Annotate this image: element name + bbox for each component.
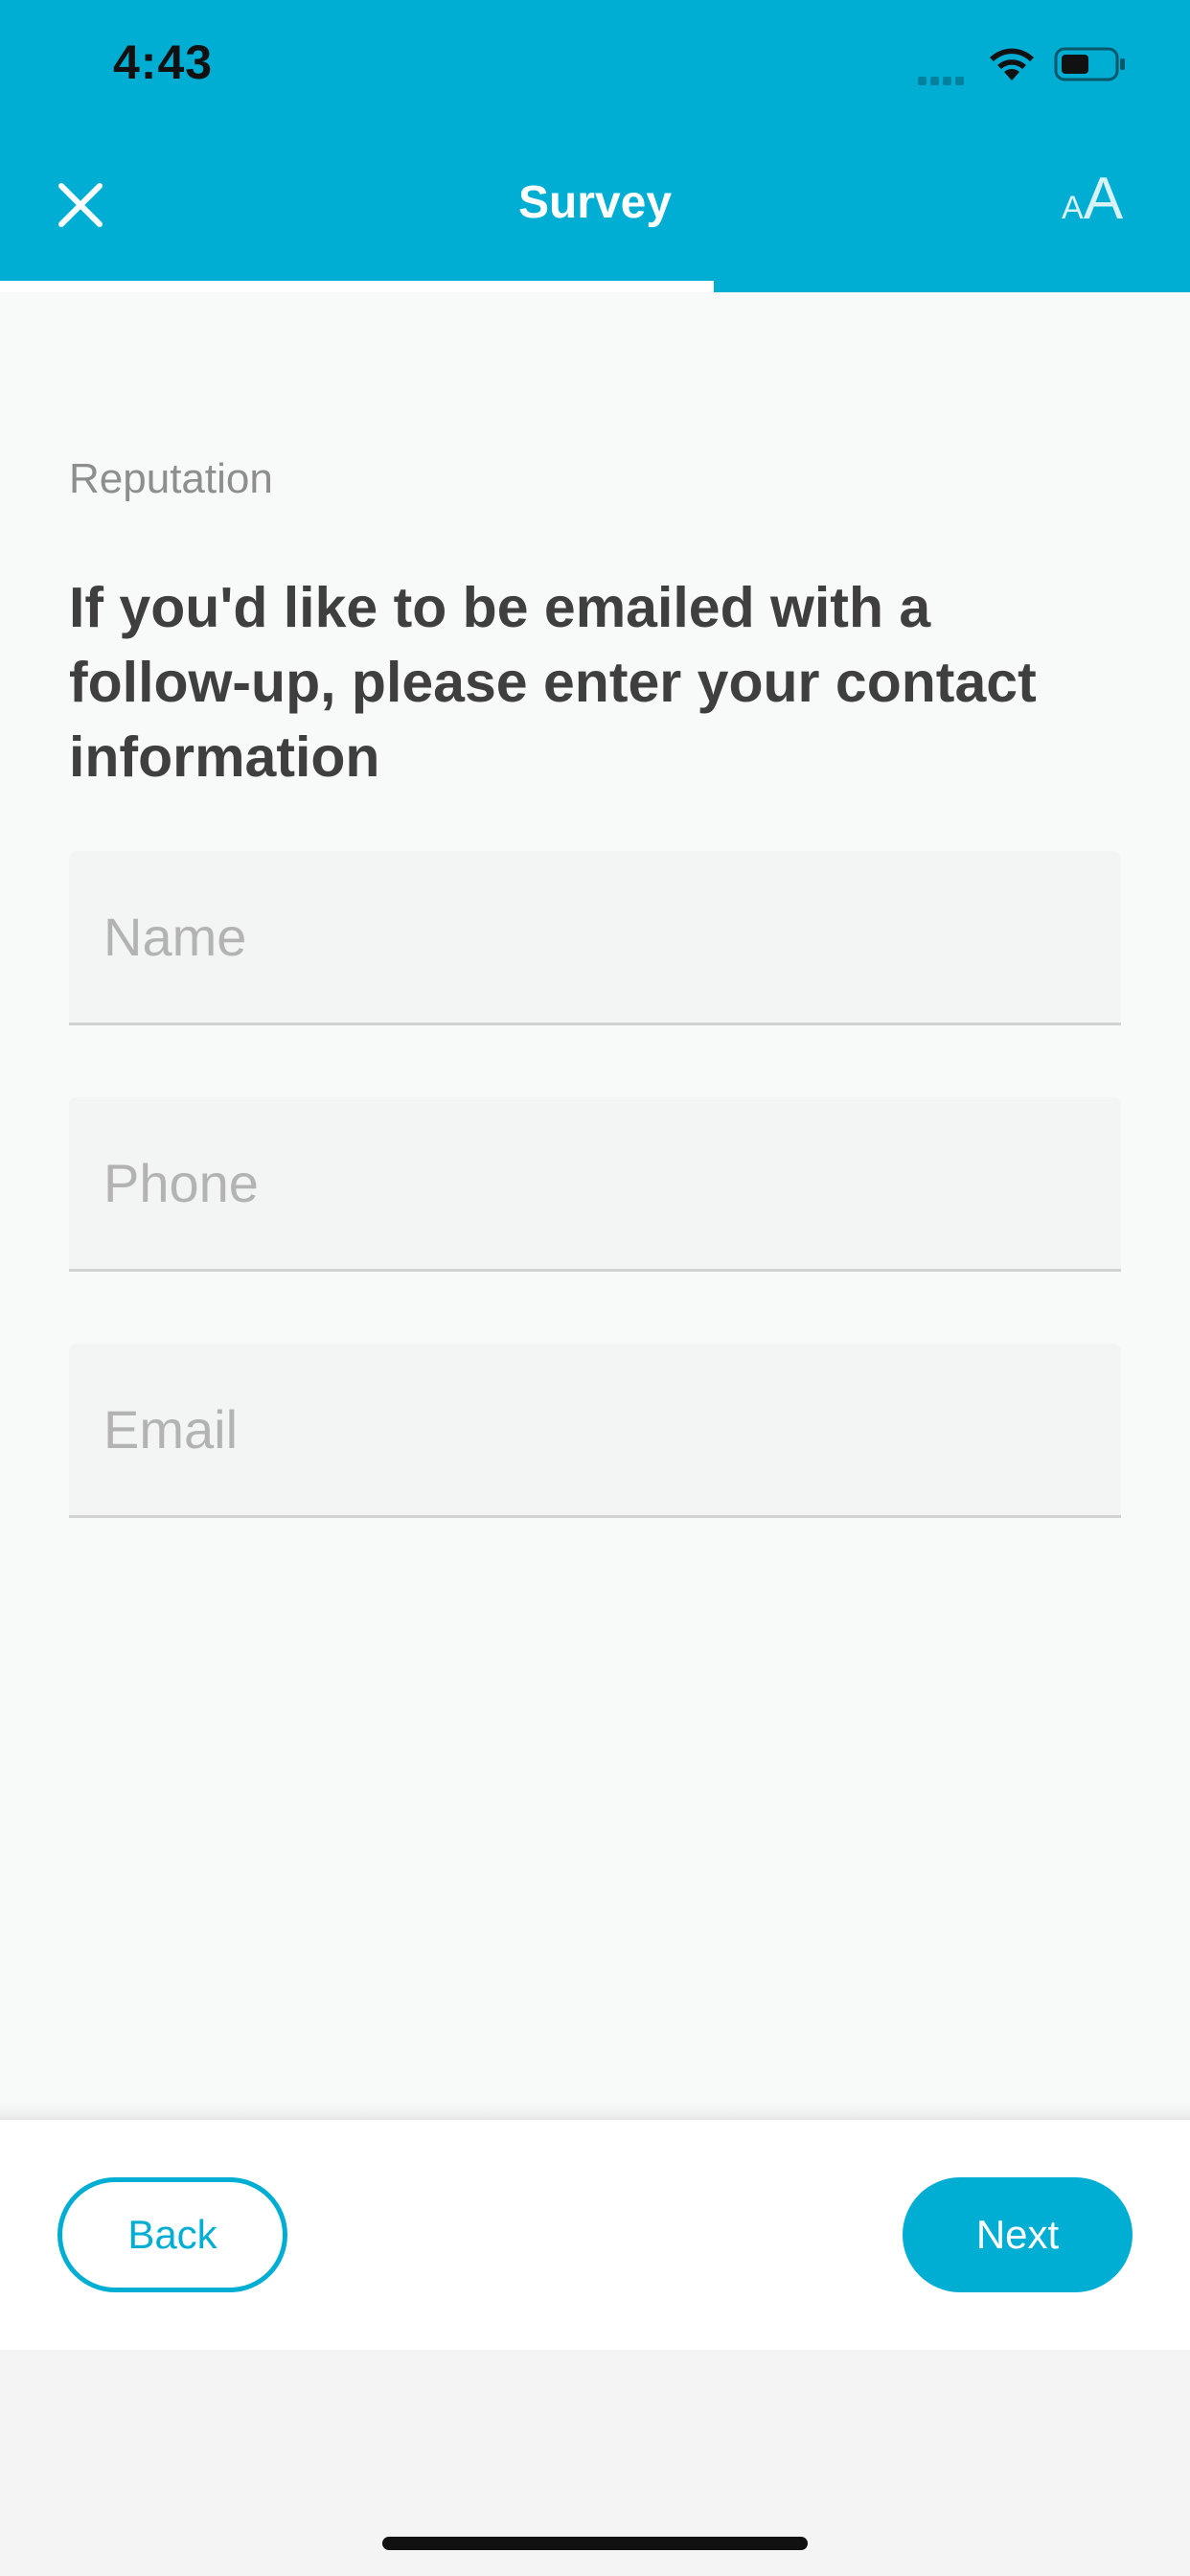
name-field[interactable]: [69, 851, 1121, 1025]
survey-header: 4:43 Survey AA: [0, 0, 1190, 292]
question-content: Reputation If you'd like to be emailed w…: [0, 292, 1190, 2118]
battery-icon: [1054, 47, 1125, 81]
question-text: If you'd like to be emailed with a follo…: [69, 576, 1037, 789]
section-label: Reputation: [69, 455, 273, 502]
back-button[interactable]: Back: [57, 2177, 287, 2292]
survey-progress-fill: [0, 281, 715, 292]
wifi-icon: [990, 48, 1034, 80]
next-button[interactable]: Next: [903, 2177, 1133, 2292]
page-title: Survey: [517, 177, 673, 228]
phone-field[interactable]: [69, 1097, 1121, 1272]
survey-progress-bar: [0, 281, 1190, 292]
text-size-small-glyph: A: [1062, 190, 1084, 226]
text-size-large-glyph: A: [1083, 166, 1124, 232]
footer-shadow: [0, 2104, 1190, 2121]
cellular-signal-icon: [918, 73, 975, 85]
text-size-icon[interactable]: AA: [1062, 165, 1123, 232]
navigation-footer: Back Next: [0, 2120, 1190, 2350]
email-field[interactable]: [69, 1344, 1121, 1518]
home-indicator[interactable]: [382, 2537, 808, 2550]
status-time: 4:43: [113, 35, 214, 89]
